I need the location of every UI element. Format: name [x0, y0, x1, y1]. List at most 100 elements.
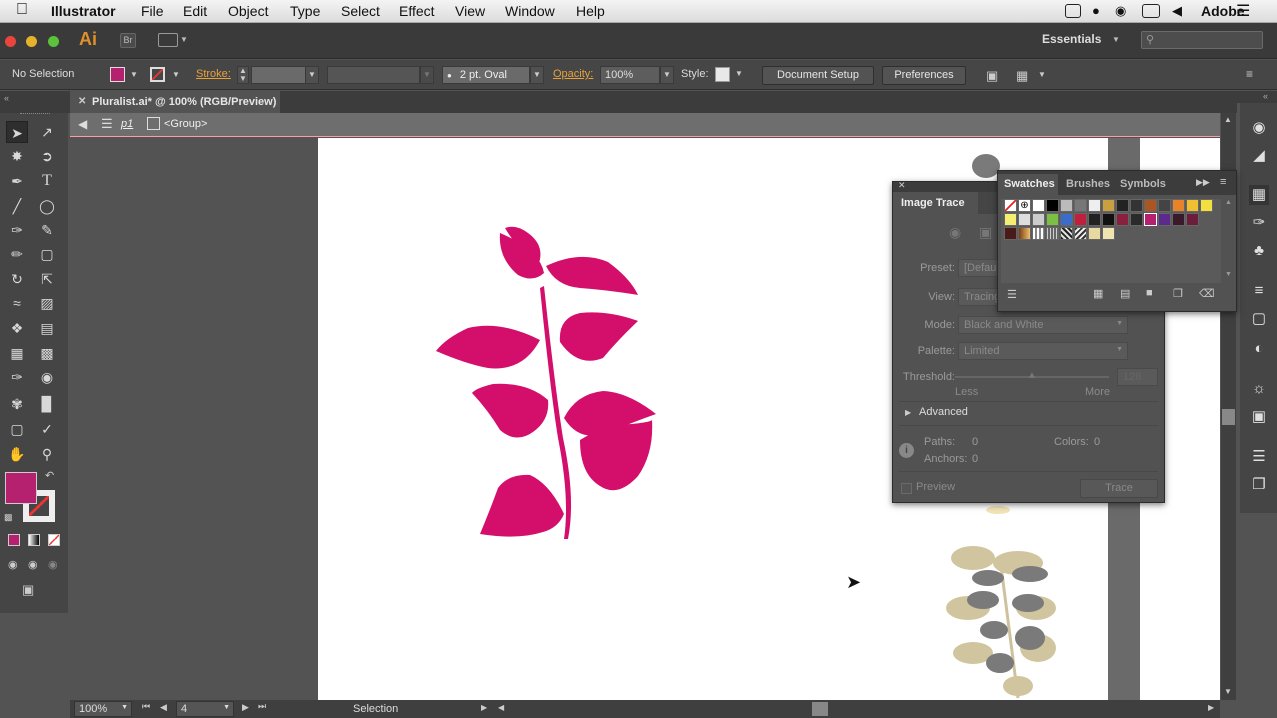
layer-name-link[interactable]: p1: [121, 118, 133, 130]
pen-tool-icon[interactable]: ✒: [6, 170, 28, 192]
app-menu[interactable]: Illustrator: [51, 3, 116, 19]
symbol-sprayer-tool-icon[interactable]: ✾: [6, 393, 28, 415]
threshold-field[interactable]: 128: [1117, 368, 1158, 386]
menu-view[interactable]: View: [455, 3, 485, 19]
scale-tool-icon[interactable]: ⇱: [36, 268, 58, 290]
swatch[interactable]: [1186, 213, 1199, 226]
last-artboard-icon[interactable]: ⏭: [258, 701, 266, 712]
close-tab-icon[interactable]: ✕: [78, 96, 86, 107]
menu-help[interactable]: Help: [576, 3, 605, 19]
panel-menu-icon[interactable]: ≡: [1246, 67, 1253, 81]
previous-artboard-icon[interactable]: ◀: [160, 702, 167, 713]
swatch[interactable]: [1046, 213, 1059, 226]
camera-icon[interactable]: [1065, 4, 1081, 18]
swatch-registration[interactable]: ⊕: [1018, 199, 1031, 212]
group-name[interactable]: <Group>: [164, 118, 207, 130]
column-graph-tool-icon[interactable]: ▉: [36, 393, 58, 415]
rotate-tool-icon[interactable]: ↻: [6, 268, 28, 290]
user-icon[interactable]: ●: [1092, 3, 1100, 18]
draw-normal-icon[interactable]: ◉: [8, 558, 18, 571]
auto-color-icon[interactable]: ◉: [949, 224, 961, 241]
lasso-tool-icon[interactable]: ➲: [36, 145, 58, 167]
swatch[interactable]: [1088, 199, 1101, 212]
menu-window[interactable]: Window: [505, 3, 555, 19]
chevron-down-icon[interactable]: ▼: [1112, 35, 1120, 44]
preview-checkbox[interactable]: [901, 483, 912, 494]
type-tool-icon[interactable]: T: [36, 170, 58, 192]
delete-swatch-icon[interactable]: ⌫: [1199, 287, 1215, 300]
gradient-tool-icon[interactable]: ▩: [36, 342, 58, 364]
chevron-down-icon[interactable]: ▼: [172, 70, 180, 79]
scroll-thumb[interactable]: [1222, 409, 1235, 425]
chevron-down-icon[interactable]: ▼: [1038, 70, 1046, 79]
stroke-weight-stepper[interactable]: ▲ ▼: [237, 66, 249, 84]
swatch[interactable]: [1102, 213, 1115, 226]
menu-effect[interactable]: Effect: [399, 3, 435, 19]
tab-symbols[interactable]: Symbols: [1120, 178, 1166, 190]
swatch[interactable]: [1172, 213, 1185, 226]
swatch[interactable]: [1088, 227, 1101, 240]
view-select[interactable]: Tracing: [958, 288, 998, 306]
color-mode-icon[interactable]: [8, 534, 20, 546]
swatch[interactable]: [1004, 227, 1017, 240]
perspective-grid-tool-icon[interactable]: ▤: [36, 317, 58, 339]
collapse-icon[interactable]: «: [4, 93, 9, 103]
show-kinds-icon[interactable]: ▦: [1093, 287, 1103, 300]
blend-tool-icon[interactable]: ◉: [36, 366, 58, 388]
mesh-tool-icon[interactable]: ▦: [6, 342, 28, 364]
swatch[interactable]: [1200, 199, 1213, 212]
chevron-down-icon[interactable]: ▼: [530, 66, 544, 84]
opacity-label[interactable]: Opacity:: [553, 68, 593, 80]
swatch[interactable]: [1060, 213, 1073, 226]
preset-select[interactable]: [Defau: [958, 259, 998, 277]
close-panel-icon[interactable]: ✕: [898, 180, 906, 191]
eyedropper-tool-icon[interactable]: ✑: [6, 366, 28, 388]
eraser-tool-icon[interactable]: ▢: [36, 243, 58, 265]
zoom-window-button[interactable]: [48, 36, 59, 47]
chevron-down-icon[interactable]: ▼: [130, 70, 138, 79]
expand-panel-icon[interactable]: ▶▶: [1196, 177, 1210, 188]
none-mode-icon[interactable]: [48, 534, 60, 546]
search-input[interactable]: ⚲: [1141, 31, 1263, 49]
chevron-down-icon[interactable]: ▼: [180, 35, 188, 44]
list-icon[interactable]: ☰: [1236, 1, 1250, 21]
swatch-black[interactable]: [1046, 199, 1059, 212]
draw-inside-icon[interactable]: ◉: [48, 558, 58, 571]
swatch[interactable]: [1046, 227, 1059, 240]
status-menu-icon[interactable]: ▶: [481, 703, 487, 712]
artboard-number-field[interactable]: 4 ▼: [176, 701, 234, 717]
volume-icon[interactable]: ◀: [1172, 3, 1182, 19]
trace-button[interactable]: Trace: [1080, 479, 1158, 498]
swatch-libraries-icon[interactable]: ☰: [1007, 288, 1017, 301]
horizontal-scroll-thumb[interactable]: [812, 702, 828, 716]
swatch-none[interactable]: [1004, 199, 1017, 212]
swatch[interactable]: [1004, 213, 1017, 226]
panel-menu-icon[interactable]: ≡: [1220, 176, 1226, 188]
appearance-icon[interactable]: ☼: [1249, 379, 1269, 399]
brush-definition-field[interactable]: ● 2 pt. Oval: [442, 66, 530, 84]
swatch[interactable]: [1158, 199, 1171, 212]
next-artboard-icon[interactable]: ▶: [242, 702, 249, 713]
preferences-button[interactable]: Preferences: [882, 66, 966, 85]
line-tool-icon[interactable]: ╱: [6, 195, 28, 217]
scroll-up-icon[interactable]: ▲: [1224, 115, 1232, 124]
new-swatch-icon[interactable]: ❐: [1173, 287, 1183, 300]
minimize-window-button[interactable]: [26, 36, 37, 47]
swap-colors-icon[interactable]: ↶: [45, 469, 54, 482]
swatch[interactable]: [1130, 213, 1143, 226]
symbols-icon[interactable]: ♣: [1249, 241, 1269, 261]
artboard-tool-icon[interactable]: ▢: [6, 418, 28, 440]
chevron-down-icon[interactable]: ▼: [305, 66, 319, 84]
selection-tool-icon[interactable]: ➤: [6, 121, 28, 143]
swatch[interactable]: [1102, 227, 1115, 240]
document-tab[interactable]: ✕ Pluralist.ai* @ 100% (RGB/Preview): [70, 91, 280, 113]
stroke-weight-field[interactable]: [251, 66, 306, 84]
zoom-field[interactable]: 100% ▼: [74, 701, 132, 717]
menu-file[interactable]: File: [141, 3, 164, 19]
width-tool-icon[interactable]: ≈: [6, 292, 28, 314]
layers-icon[interactable]: ☰: [1249, 447, 1269, 467]
swatch[interactable]: [1060, 199, 1073, 212]
swatch[interactable]: [1186, 199, 1199, 212]
scroll-left-icon[interactable]: ◀: [498, 703, 504, 712]
swatch[interactable]: [1116, 213, 1129, 226]
